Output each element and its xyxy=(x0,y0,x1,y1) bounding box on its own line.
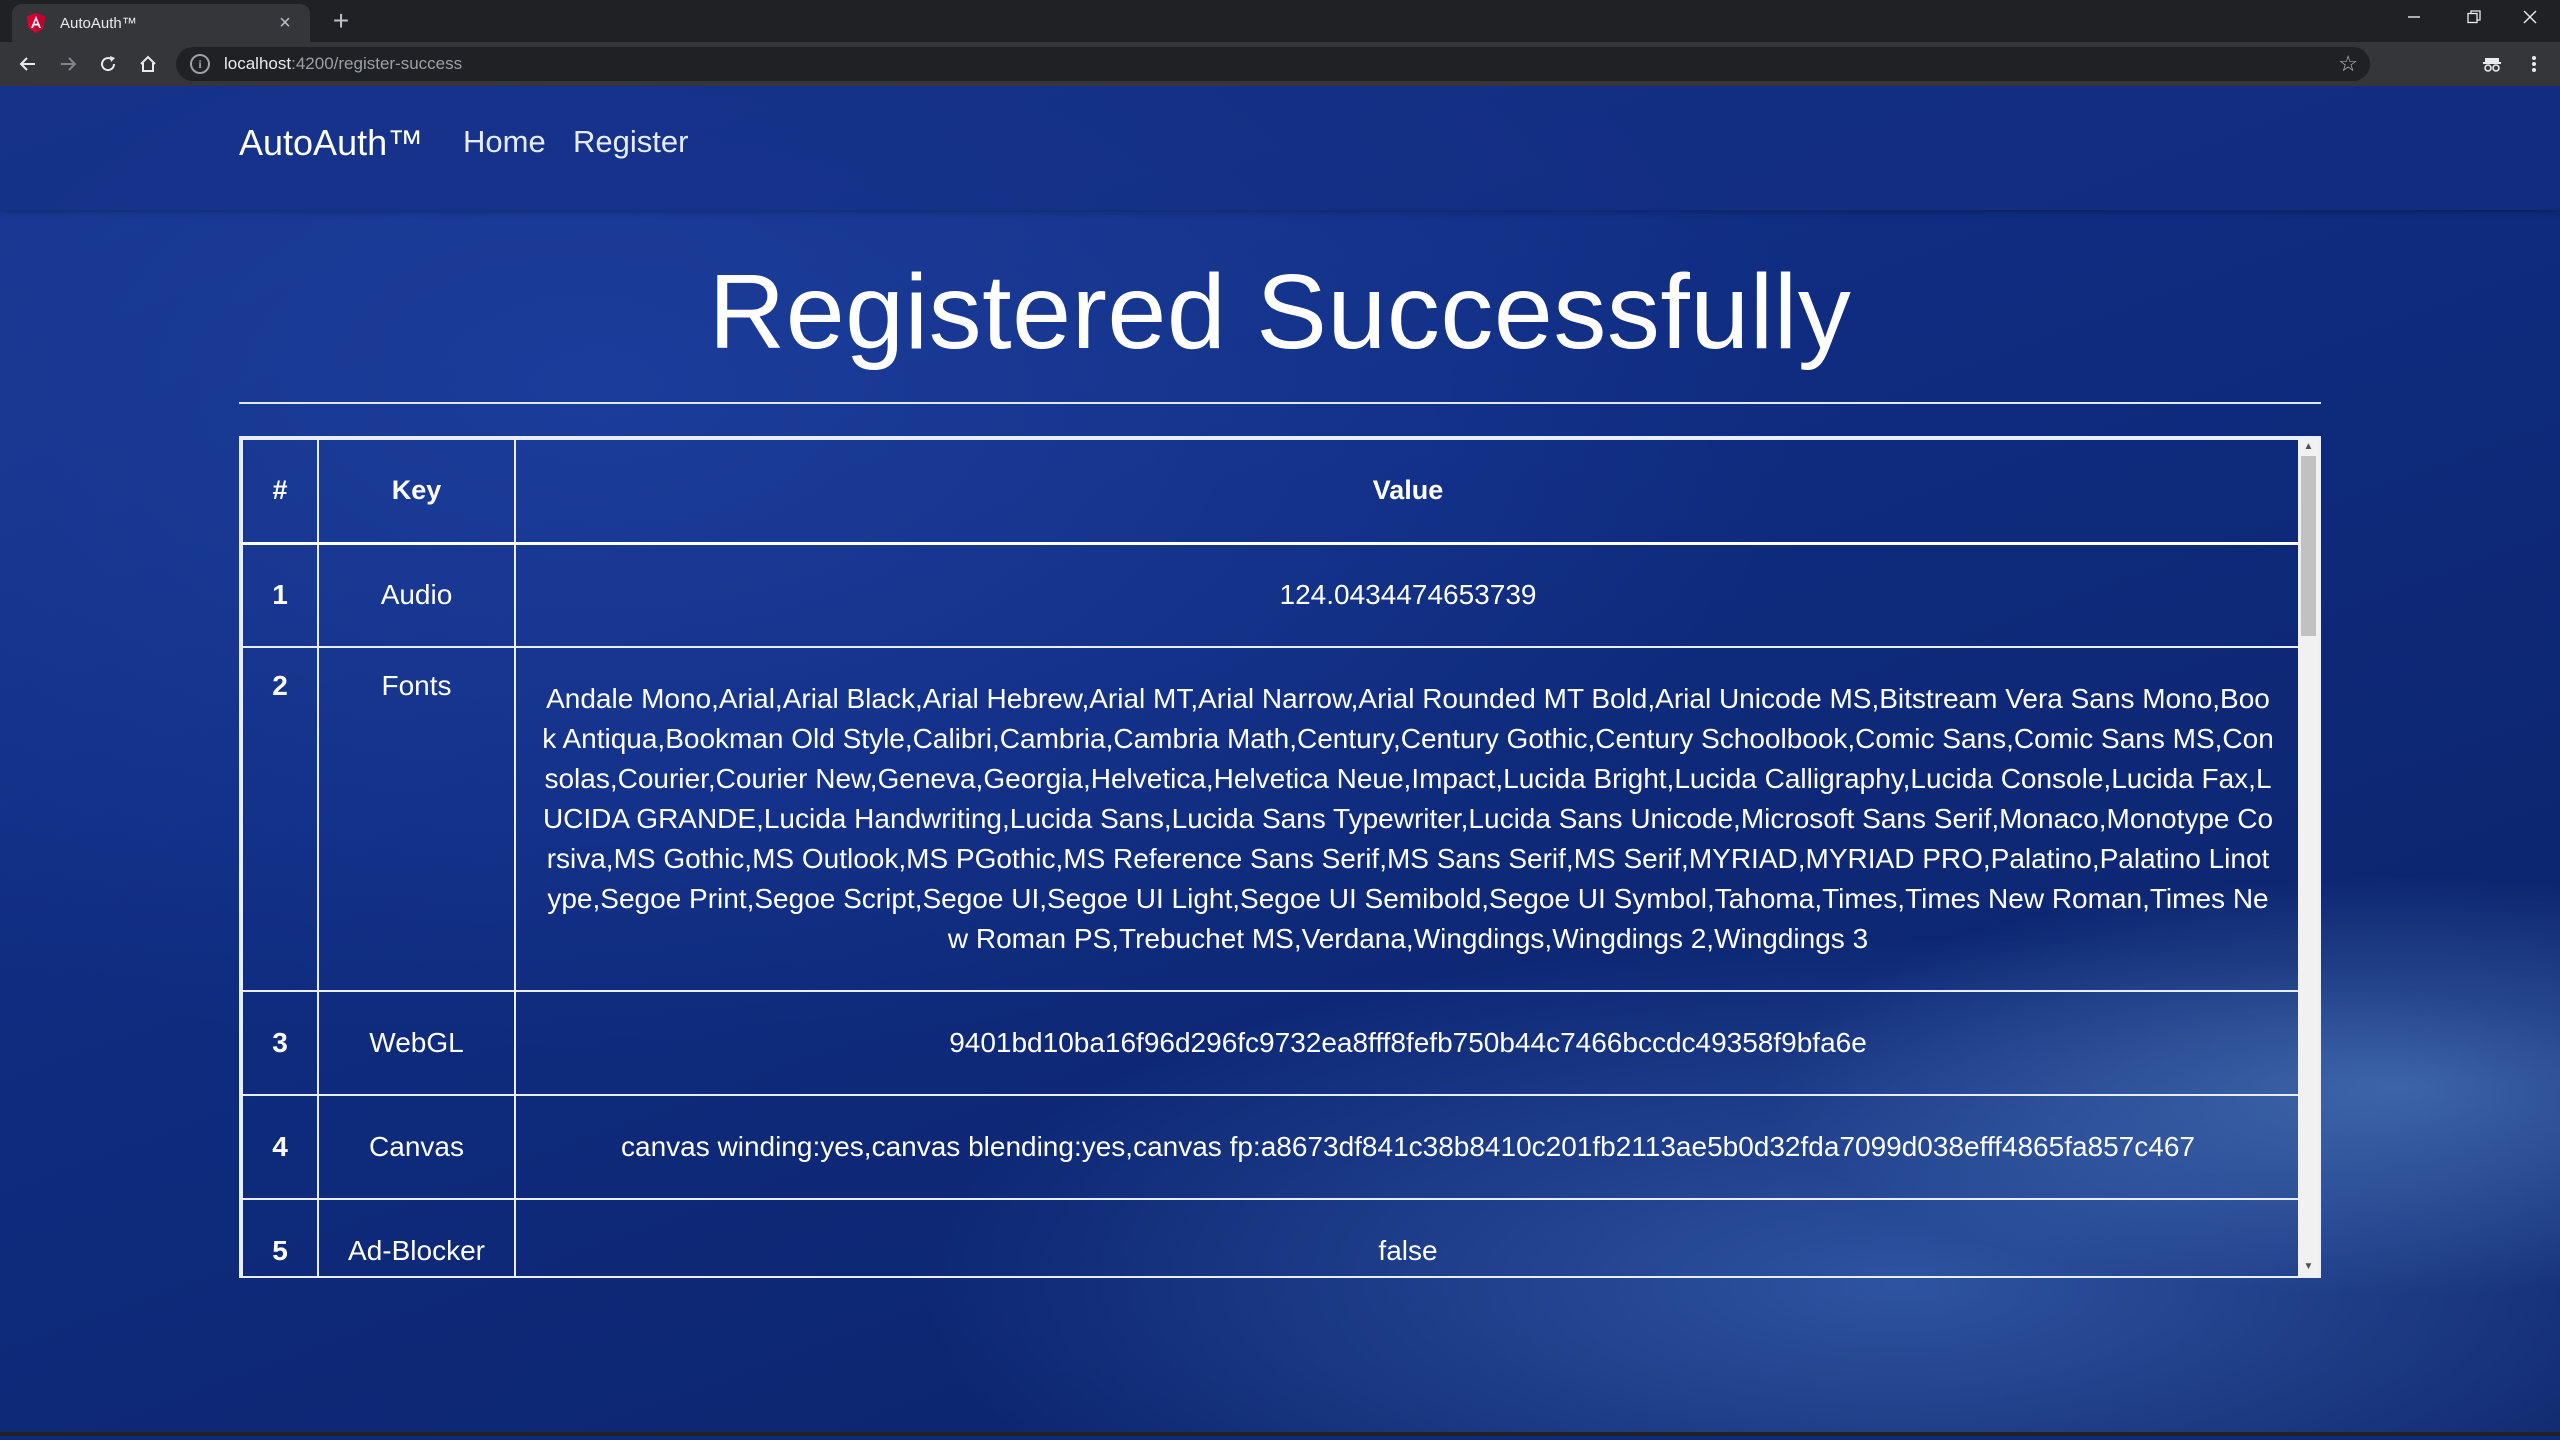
row-number: 4 xyxy=(241,1094,319,1200)
tab-close-icon[interactable]: × xyxy=(274,12,296,35)
browser-tab-strip: AutoAuth™ × + xyxy=(0,0,2560,42)
row-key: Fonts xyxy=(317,646,516,992)
row-value: canvas winding:yes,canvas blending:yes,c… xyxy=(514,1094,2302,1200)
nav-link-home[interactable]: Home xyxy=(463,124,546,160)
reload-icon[interactable] xyxy=(92,48,124,80)
table-row: 3 WebGL 9401bd10ba16f96d296fc9732ea8fff8… xyxy=(241,990,2302,1096)
row-number: 1 xyxy=(241,542,319,648)
bookmark-star-icon[interactable]: ☆ xyxy=(2338,51,2358,77)
page-content: AutoAuth™ Home Register Registered Succe… xyxy=(0,86,2560,1436)
angular-favicon-icon xyxy=(26,13,46,33)
results-table-container[interactable]: # Key Value 1 Audio 124.0434474653739 2 … xyxy=(239,436,2321,1278)
table-row: 4 Canvas canvas winding:yes,canvas blend… xyxy=(241,1094,2302,1200)
table-row: 5 Ad-Blocker false xyxy=(241,1198,2302,1276)
home-icon[interactable] xyxy=(132,48,164,80)
brand-logo-link[interactable]: AutoAuth™ xyxy=(239,122,423,164)
table-row: 2 Fonts Andale Mono,Arial,Arial Black,Ar… xyxy=(241,646,2302,992)
tab-title: AutoAuth™ xyxy=(60,14,137,32)
results-table: # Key Value 1 Audio 124.0434474653739 2 … xyxy=(241,438,2302,1276)
scroll-up-icon[interactable]: ▲ xyxy=(2298,438,2319,456)
browser-toolbar: i localhost:4200/register-success ☆ xyxy=(0,42,2560,86)
row-value: 9401bd10ba16f96d296fc9732ea8fff8fefb750b… xyxy=(514,990,2302,1096)
row-key: Ad-Blocker xyxy=(317,1198,516,1276)
scroll-down-icon[interactable]: ▼ xyxy=(2298,1258,2319,1276)
site-navbar: AutoAuth™ Home Register xyxy=(0,86,2560,210)
url-text: localhost:4200/register-success xyxy=(224,54,462,74)
back-arrow-icon[interactable] xyxy=(12,48,44,80)
restore-icon[interactable] xyxy=(2446,0,2502,38)
page-bottom-edge xyxy=(0,1432,2560,1436)
table-row: 1 Audio 124.0434474653739 xyxy=(241,542,2302,648)
close-window-icon[interactable] xyxy=(2502,0,2558,38)
row-number: 3 xyxy=(241,990,319,1096)
row-value: Andale Mono,Arial,Arial Black,Arial Hebr… xyxy=(514,646,2302,992)
menu-kebab-icon[interactable] xyxy=(2518,48,2550,80)
header-key: Key xyxy=(317,438,516,544)
title-divider xyxy=(239,402,2321,404)
new-tab-button[interactable]: + xyxy=(326,6,356,36)
header-number: # xyxy=(241,438,319,544)
scrollbar-thumb[interactable] xyxy=(2301,456,2316,636)
incognito-icon[interactable] xyxy=(2476,48,2508,80)
forward-arrow-icon[interactable] xyxy=(52,48,84,80)
nav-link-register[interactable]: Register xyxy=(573,124,688,160)
row-key: Audio xyxy=(317,542,516,648)
address-bar[interactable]: i localhost:4200/register-success ☆ xyxy=(176,47,2370,81)
site-info-icon[interactable]: i xyxy=(190,54,210,74)
minimize-icon[interactable] xyxy=(2386,0,2442,38)
row-number: 2 xyxy=(241,646,319,992)
row-number: 5 xyxy=(241,1198,319,1276)
row-value: 124.0434474653739 xyxy=(514,542,2302,648)
row-value: false xyxy=(514,1198,2302,1276)
url-host: localhost xyxy=(224,54,292,73)
table-header-row: # Key Value xyxy=(241,438,2302,544)
browser-tab[interactable]: AutoAuth™ × xyxy=(12,4,310,42)
table-scrollbar[interactable]: ▲ ▼ xyxy=(2298,438,2319,1276)
row-key: Canvas xyxy=(317,1094,516,1200)
header-value: Value xyxy=(514,438,2302,544)
page-title: Registered Successfully xyxy=(708,253,1852,371)
row-key: WebGL xyxy=(317,990,516,1096)
url-path: :4200/register-success xyxy=(291,54,463,73)
